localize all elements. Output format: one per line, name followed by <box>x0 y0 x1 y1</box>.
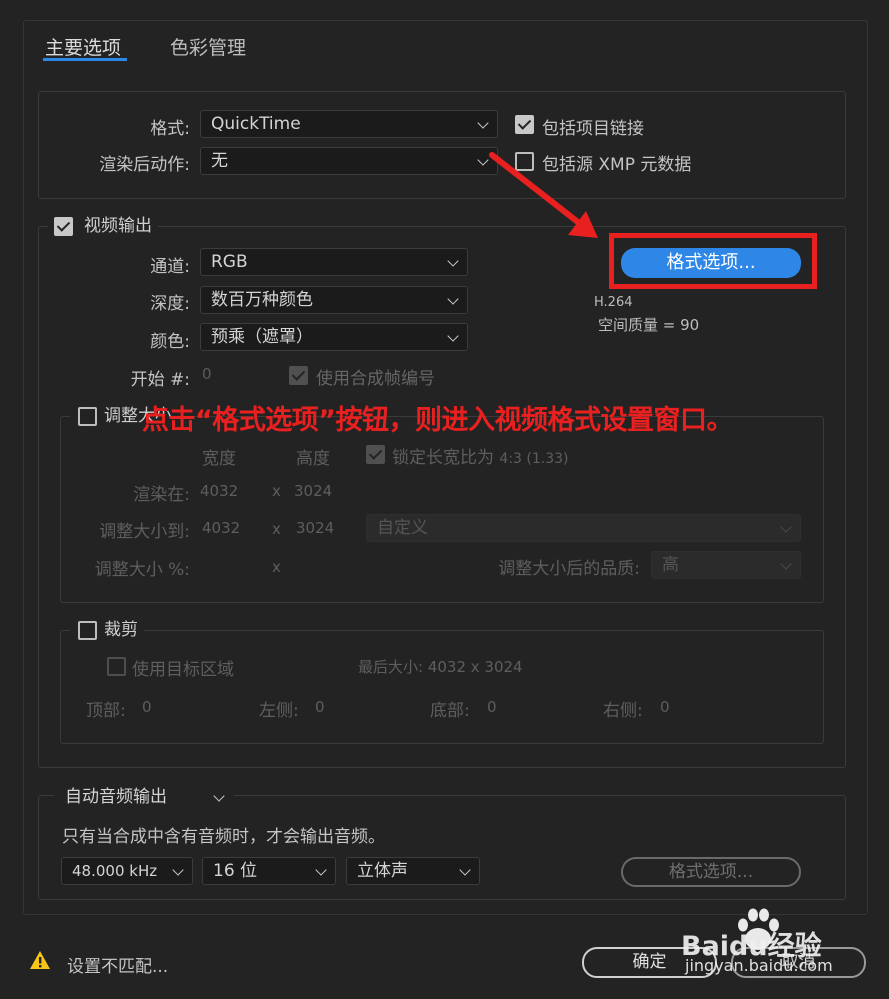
resize-checkbox[interactable] <box>78 407 97 426</box>
audio-bits-dropdown[interactable]: 16 位 <box>202 857 336 885</box>
height-column-header: 高度 <box>296 449 330 469</box>
audio-channels-dropdown[interactable]: 立体声 <box>346 857 480 885</box>
crop-panel <box>60 630 824 744</box>
red-arrow-icon <box>489 152 598 238</box>
resize-to-height[interactable]: 3024 <box>296 519 334 537</box>
video-format-options-button[interactable]: 格式选项... <box>621 248 801 278</box>
chevron-down-icon <box>447 293 459 305</box>
format-dropdown[interactable]: QuickTime <box>200 110 498 138</box>
crop-bottom-label: 底部: <box>430 701 470 721</box>
chevron-down-icon <box>477 117 489 129</box>
chevron-down-icon <box>447 330 459 342</box>
lock-aspect-checkbox[interactable] <box>366 445 385 464</box>
lock-aspect-text: 锁定长宽比为 <box>392 448 494 468</box>
check-icon <box>56 218 71 232</box>
color-dropdown[interactable]: 预乘（遮罩） <box>200 323 468 351</box>
resize-quality-label: 调整大小后的品质: <box>498 559 640 579</box>
warning-text[interactable]: 设置不匹配... <box>67 952 168 977</box>
use-roi-checkbox[interactable] <box>107 657 126 676</box>
crop-label: 裁剪 <box>104 620 138 640</box>
audio-channels-value: 立体声 <box>357 861 408 881</box>
chevron-down-icon <box>780 521 792 533</box>
crop-top-label: 顶部: <box>86 701 126 721</box>
depth-dropdown[interactable]: 数百万种颜色 <box>200 286 468 314</box>
resize-percent-x: x <box>272 558 281 576</box>
depth-value: 数百万种颜色 <box>211 290 313 310</box>
lock-aspect-label: 锁定长宽比为 4:3 (1.33) <box>392 443 568 468</box>
chevron-down-icon <box>780 558 792 570</box>
video-output-header: 视频输出 <box>48 214 158 238</box>
audio-rate-value: 48.000 kHz <box>72 862 158 880</box>
check-icon <box>517 116 532 130</box>
channels-value: RGB <box>211 252 248 272</box>
channels-dropdown[interactable]: RGB <box>200 248 468 276</box>
resize-percent-label: 调整大小 %: <box>94 560 190 580</box>
resize-to-width[interactable]: 4032 <box>202 519 240 537</box>
resize-preset-dropdown[interactable]: 自定义 <box>366 514 801 542</box>
video-output-checkbox[interactable] <box>54 217 73 236</box>
channels-label: 通道: <box>150 257 190 277</box>
check-icon <box>368 446 383 460</box>
format-value: QuickTime <box>211 114 301 134</box>
use-roi-label: 使用目标区域 <box>132 660 234 680</box>
start-frame-value[interactable]: 0 <box>202 365 212 383</box>
post-render-label: 渲染后动作: <box>99 155 190 175</box>
crop-left-label: 左侧: <box>259 701 299 721</box>
rendering-at-label: 渲染在: <box>133 485 190 505</box>
color-value: 预乘（遮罩） <box>211 327 313 347</box>
warning-icon <box>30 951 50 969</box>
codec-text: H.264 <box>594 295 633 310</box>
crop-top-value[interactable]: 0 <box>142 698 152 716</box>
format-panel <box>38 91 846 199</box>
crop-checkbox[interactable] <box>78 621 97 640</box>
rendering-at-x: x <box>272 482 281 500</box>
audio-rate-dropdown[interactable]: 48.000 kHz <box>61 857 193 885</box>
width-column-header: 宽度 <box>202 449 236 469</box>
chevron-down-icon <box>172 864 184 876</box>
include-project-link-checkbox[interactable] <box>515 115 534 134</box>
check-icon <box>291 367 306 381</box>
audio-format-options-button[interactable]: 格式选项... <box>621 857 801 887</box>
audio-output-dropdown[interactable]: 自动音频输出 <box>54 783 234 811</box>
resize-quality-value: 高 <box>662 555 679 575</box>
color-label: 颜色: <box>150 332 190 352</box>
rendering-at-height: 3024 <box>294 482 333 500</box>
resize-to-label: 调整大小到: <box>99 522 190 542</box>
tab-color-management[interactable]: 色彩管理 <box>170 33 246 60</box>
post-render-value: 无 <box>211 151 228 171</box>
format-label: 格式: <box>150 119 190 139</box>
audio-note: 只有当合成中含有音频时，才会输出音频。 <box>62 827 385 847</box>
crop-right-label: 右侧: <box>603 701 643 721</box>
chevron-down-icon <box>459 864 471 876</box>
quality-text: 空间质量 = 90 <box>598 316 700 334</box>
chevron-down-icon <box>447 255 459 267</box>
active-tab-underline <box>43 58 127 61</box>
chevron-down-icon <box>213 790 225 802</box>
resize-quality-dropdown[interactable]: 高 <box>651 551 801 579</box>
annotation-text: 点击“格式选项”按钮，则进入视频格式设置窗口。 <box>142 405 734 436</box>
crop-right-value[interactable]: 0 <box>660 698 670 716</box>
start-frame-label: 开始 #: <box>130 370 190 390</box>
post-render-dropdown[interactable]: 无 <box>200 147 498 175</box>
include-project-link-label: 包括项目链接 <box>542 119 644 139</box>
crop-bottom-value[interactable]: 0 <box>487 698 497 716</box>
use-comp-frame-checkbox[interactable] <box>289 366 308 385</box>
use-comp-frame-label: 使用合成帧编号 <box>316 369 435 389</box>
audio-output-value: 自动音频输出 <box>65 787 167 807</box>
tab-main-options[interactable]: 主要选项 <box>45 33 121 60</box>
video-output-label: 视频输出 <box>84 216 152 236</box>
final-size-text: 最后大小: 4032 x 3024 <box>358 658 523 676</box>
audio-bits-value: 16 位 <box>213 861 258 881</box>
chevron-down-icon <box>315 864 327 876</box>
rendering-at-width: 4032 <box>200 482 239 500</box>
crop-left-value[interactable]: 0 <box>315 698 325 716</box>
watermark-url: jingyan.baidu.com <box>685 956 833 975</box>
depth-label: 深度: <box>150 294 190 314</box>
lock-aspect-value: 4:3 (1.33) <box>499 451 569 467</box>
resize-to-x: x <box>272 520 281 538</box>
resize-preset-value: 自定义 <box>377 518 428 538</box>
crop-header: 裁剪 <box>70 618 144 642</box>
